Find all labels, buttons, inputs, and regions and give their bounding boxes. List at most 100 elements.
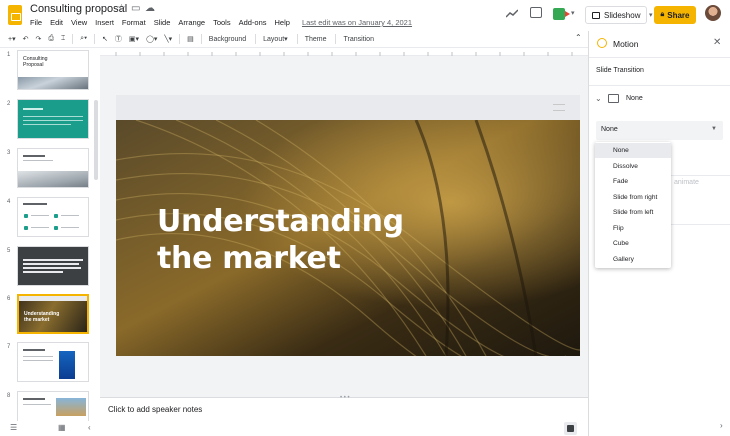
slides-logo-icon[interactable] — [8, 5, 22, 25]
menu-slide[interactable]: Slide — [154, 18, 171, 27]
close-icon[interactable]: ✕ — [713, 37, 721, 48]
shape-icon[interactable]: ◯▾ — [146, 35, 157, 43]
transition-option-cube[interactable]: Cube — [595, 236, 671, 251]
menu-tools[interactable]: Tools — [213, 18, 231, 27]
transition-select-value: None — [601, 126, 618, 133]
filmstrip-slide-2[interactable]: 2 — [0, 99, 100, 145]
collapse-icon[interactable]: ⌃ — [575, 33, 582, 42]
divider — [671, 224, 730, 225]
menu-file[interactable]: File — [30, 18, 42, 27]
slide-title-line-2: the market — [157, 241, 341, 276]
slide-thumbnail — [17, 99, 89, 139]
undo-icon[interactable]: ↶ — [23, 35, 29, 43]
toolbar-divider — [72, 34, 74, 44]
document-title[interactable]: Consulting proposal — [30, 3, 127, 15]
title-bar: Consulting proposal ☆ ▭ ☁ File Edit View… — [0, 0, 730, 31]
print-icon[interactable]: ⎙ — [48, 35, 54, 43]
menu-help[interactable]: Help — [275, 18, 290, 27]
chevron-down-icon[interactable]: ⌄ — [595, 94, 602, 103]
slide-number: 5 — [7, 248, 11, 254]
layout-button[interactable]: Layout▾ — [263, 35, 288, 43]
explore-icon[interactable] — [564, 422, 577, 435]
thumb-title: Understanding the market — [24, 311, 60, 323]
transition-button[interactable]: Transition — [343, 36, 373, 43]
menu-edit[interactable]: Edit — [50, 18, 63, 27]
line-icon[interactable]: ╲▾ — [164, 35, 172, 43]
menu-addons[interactable]: Add-ons — [239, 18, 267, 27]
menu-insert[interactable]: Insert — [95, 18, 114, 27]
transition-type-select[interactable]: None ▼ — [596, 121, 723, 140]
filmstrip-slide-7[interactable]: 7 — [0, 342, 100, 388]
slide-thumbnail: Consulting Proposal — [17, 50, 89, 90]
move-folder-icon[interactable]: ▭ — [131, 3, 140, 14]
toolbar-divider — [255, 34, 257, 44]
filmstrip-slide-4[interactable]: 4 — [0, 197, 100, 243]
transition-option-flip[interactable]: Flip — [595, 221, 671, 236]
paint-format-icon[interactable]: ⌶ — [61, 35, 65, 43]
current-slide[interactable]: Understanding the market — [116, 95, 580, 356]
activity-dashboard-icon[interactable] — [505, 9, 519, 21]
speaker-notes[interactable]: • • • Click to add speaker notes — [100, 395, 588, 436]
slide-number: 7 — [7, 344, 11, 350]
redo-icon[interactable]: ↷ — [35, 35, 41, 43]
slide-title[interactable]: Understanding the market — [157, 203, 457, 277]
menu-format[interactable]: Format — [122, 18, 146, 27]
filmstrip-slide-3[interactable]: 3 — [0, 148, 100, 194]
add-icon[interactable]: +▾ — [8, 35, 16, 43]
transition-option-slide-from-right[interactable]: Slide from right — [595, 190, 671, 205]
transition-option-dissolve[interactable]: Dissolve — [595, 159, 671, 174]
panel-scroll-icon[interactable]: › — [720, 421, 723, 430]
list-view-icon[interactable]: ☰ — [10, 423, 17, 432]
toolbar-divider — [335, 34, 337, 44]
share-button[interactable]: 🔒︎ Share — [654, 6, 696, 24]
panel-title: Motion — [613, 39, 639, 49]
star-icon[interactable]: ☆ — [117, 3, 126, 14]
meet-camera-icon — [553, 8, 570, 20]
grid-view-icon[interactable]: ▦ — [58, 423, 66, 432]
zoom-icon[interactable]: ⌕▾ — [80, 35, 87, 43]
filmstrip: 1 Consulting Proposal 2 3 4 5 6 Understa… — [0, 48, 100, 421]
textbox-icon[interactable]: Ⓣ — [115, 34, 122, 44]
menu-arrange[interactable]: Arrange — [178, 18, 205, 27]
slide-title-line-1: Understanding — [157, 204, 404, 239]
comment-history-icon[interactable] — [530, 7, 542, 18]
avatar[interactable] — [705, 5, 721, 21]
transition-option-slide-from-left[interactable]: Slide from left — [595, 205, 671, 220]
menu-view[interactable]: View — [71, 18, 87, 27]
slide-number: 8 — [7, 393, 11, 399]
divider — [671, 175, 730, 176]
slide-number: 3 — [7, 150, 11, 156]
filmstrip-scrollbar[interactable] — [94, 100, 98, 180]
transition-option-none[interactable]: None — [595, 143, 671, 158]
select-icon[interactable]: ↖ — [102, 35, 108, 43]
slideshow-options-chevron-icon[interactable]: ▾ — [649, 11, 653, 19]
filmstrip-slide-6[interactable]: 6 Understanding the market — [0, 294, 100, 340]
theme-button[interactable]: Theme — [305, 36, 327, 43]
cloud-status-icon[interactable]: ☁ — [145, 3, 155, 14]
collapse-filmstrip-icon[interactable]: ‹ — [88, 423, 91, 432]
panel-header: Motion ✕ — [589, 31, 730, 57]
image-icon[interactable]: ▣▾ — [129, 35, 139, 43]
menu-bar: File Edit View Insert Format Slide Arran… — [30, 18, 412, 27]
slideshow-button[interactable]: Slideshow — [585, 6, 647, 24]
filmstrip-footer: ☰ ▦ ‹ — [0, 421, 100, 436]
transition-preview-icon — [608, 94, 619, 103]
filmstrip-slide-1[interactable]: 1 Consulting Proposal — [0, 50, 100, 96]
background-button[interactable]: Background — [209, 36, 246, 43]
slide-thumbnail — [17, 342, 89, 382]
filmstrip-slide-5[interactable]: 5 — [0, 246, 100, 292]
notes-resize-handle[interactable]: • • • — [340, 395, 350, 401]
comment-icon[interactable]: ▤ — [187, 35, 194, 43]
speaker-notes-placeholder[interactable]: Click to add speaker notes — [108, 405, 202, 414]
divider — [589, 85, 730, 86]
share-label: Share — [667, 10, 690, 20]
horizontal-ruler[interactable] — [100, 48, 588, 56]
transition-dropdown-menu: None Dissolve Fade Slide from right Slid… — [595, 142, 671, 268]
slide-transition-heading: Slide Transition — [596, 67, 644, 74]
current-transition-label[interactable]: None — [626, 95, 643, 102]
meet-button[interactable]: ▾ — [553, 6, 575, 22]
transition-option-gallery[interactable]: Gallery — [595, 252, 671, 267]
filmstrip-slide-8[interactable]: 8 — [0, 391, 100, 421]
transition-option-fade[interactable]: Fade — [595, 174, 671, 189]
last-edit-link[interactable]: Last edit was on January 4, 2021 — [302, 18, 412, 27]
